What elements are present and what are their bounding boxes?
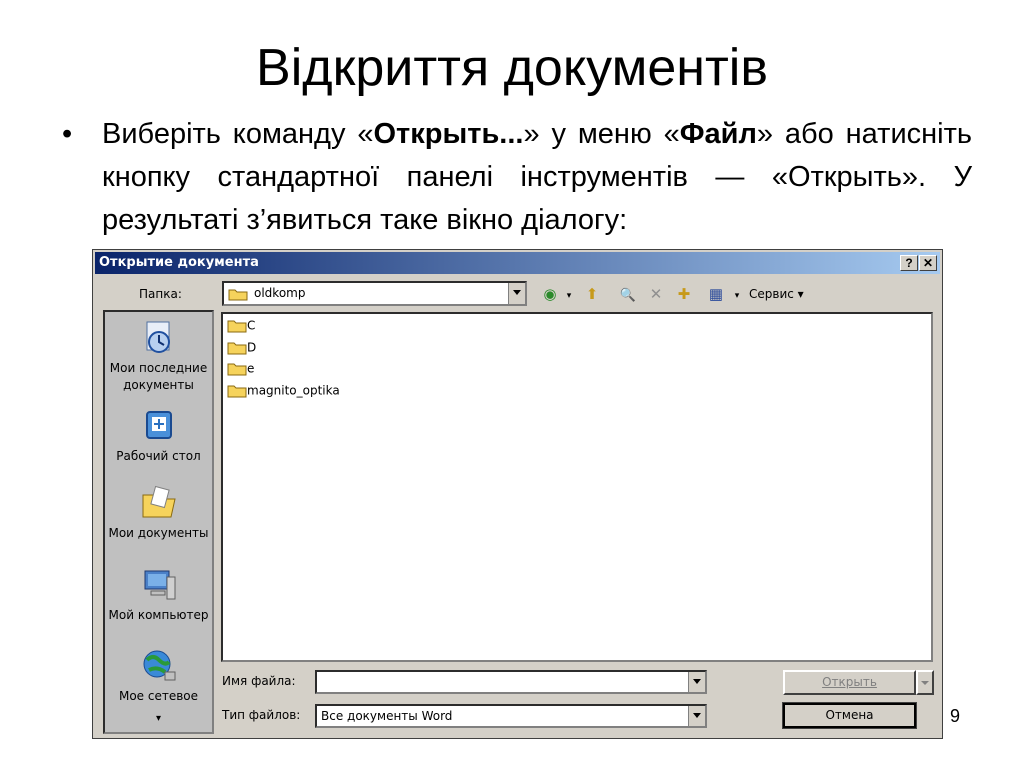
bullet-text: Виберіть команду «Открыть...» у меню «Фа… (102, 113, 972, 242)
up-folder-icon[interactable]: ⬆ (582, 286, 602, 304)
folder-dropdown-arrow[interactable] (508, 283, 525, 304)
open-options-dropdown[interactable] (916, 670, 934, 695)
help-button[interactable]: ? (900, 255, 918, 271)
place-desktop[interactable]: Рабочий стол (105, 408, 212, 465)
places-bar: Мои последние документы Рабочий стол Мои… (103, 310, 214, 734)
folder-icon (227, 342, 247, 354)
place-label: Мои последние документы (109, 361, 208, 392)
filename-label: Имя файла: (222, 674, 296, 688)
folder-icon (227, 385, 247, 397)
recent-documents-icon (146, 321, 170, 353)
bullet-text-part-1: Виберіть команду « (102, 118, 374, 150)
cancel-button[interactable]: Отмена (782, 702, 917, 729)
back-icon[interactable]: ◉ (540, 286, 560, 304)
filetype-label: Тип файлов: (222, 708, 301, 722)
folder-icon (227, 320, 247, 332)
slide-bullet: • Виберіть команду «Открыть...» у меню «… (62, 113, 972, 242)
desktop-icon (145, 411, 172, 439)
folder-combo[interactable]: oldkomp (222, 281, 527, 306)
my-computer-icon (144, 570, 175, 600)
views-icon[interactable]: ▦ (706, 286, 726, 304)
folder-icon (227, 363, 247, 375)
place-my-computer[interactable]: Мой компьютер (105, 567, 212, 624)
filetype-value: Все документы Word (321, 709, 453, 723)
back-dropdown-icon[interactable]: ▾ (565, 286, 573, 304)
network-icon (143, 650, 175, 681)
delete-icon[interactable]: ✕ (646, 286, 666, 304)
file-name: e (247, 361, 255, 376)
folder-icon (228, 289, 248, 301)
open-document-dialog: Открытие документа ? ✕ Папка: oldkomp ◉ … (92, 249, 943, 739)
list-item[interactable]: magnito_optika (227, 383, 340, 403)
my-documents-icon (142, 485, 176, 518)
dialog-title: Открытие документа (99, 255, 259, 270)
list-item[interactable]: D (227, 340, 256, 360)
page-number: 9 (950, 706, 961, 726)
file-name: C (247, 318, 256, 333)
filetype-select[interactable]: Все документы Word (315, 704, 707, 728)
place-label: Мой компьютер (108, 608, 209, 622)
filetype-dropdown-arrow[interactable] (688, 706, 705, 726)
new-folder-icon[interactable]: ✚ (674, 286, 694, 304)
place-network[interactable]: Мое сетевое (105, 648, 212, 705)
bullet-menu-file: Файл (679, 118, 757, 150)
place-my-documents[interactable]: Мои документы (105, 485, 212, 542)
slide-title: Відкриття документів (256, 39, 768, 97)
dialog-titlebar[interactable]: Открытие документа ? ✕ (95, 252, 940, 274)
filename-input[interactable] (315, 670, 707, 694)
place-recent-documents[interactable]: Мои последние документы (105, 320, 212, 394)
place-label: Рабочий стол (116, 449, 201, 463)
file-list[interactable]: C D e magnito_optika (221, 312, 933, 662)
file-name: D (247, 340, 257, 355)
bullet-text-part-2: » у меню « (523, 118, 680, 150)
file-name: magnito_optika (247, 383, 340, 398)
views-dropdown-icon[interactable]: ▾ (733, 286, 741, 304)
list-item[interactable]: e (227, 361, 254, 381)
tools-menu[interactable]: Сервис ▾ (749, 287, 804, 301)
folder-label: Папка: (139, 287, 182, 301)
filename-dropdown-arrow[interactable] (688, 672, 705, 692)
list-item[interactable]: C (227, 318, 255, 338)
folder-value: oldkomp (254, 286, 306, 300)
bullet-command-open: Открыть... (373, 118, 524, 150)
place-label: Мои документы (108, 526, 209, 540)
search-web-icon[interactable]: 🔍 (618, 286, 638, 304)
place-label: Мое сетевое (118, 689, 199, 703)
open-button[interactable]: Открыть (783, 670, 916, 695)
bullet-marker: • (62, 118, 73, 150)
close-button[interactable]: ✕ (919, 255, 937, 271)
places-scroll-down[interactable]: ▾ (105, 710, 212, 727)
